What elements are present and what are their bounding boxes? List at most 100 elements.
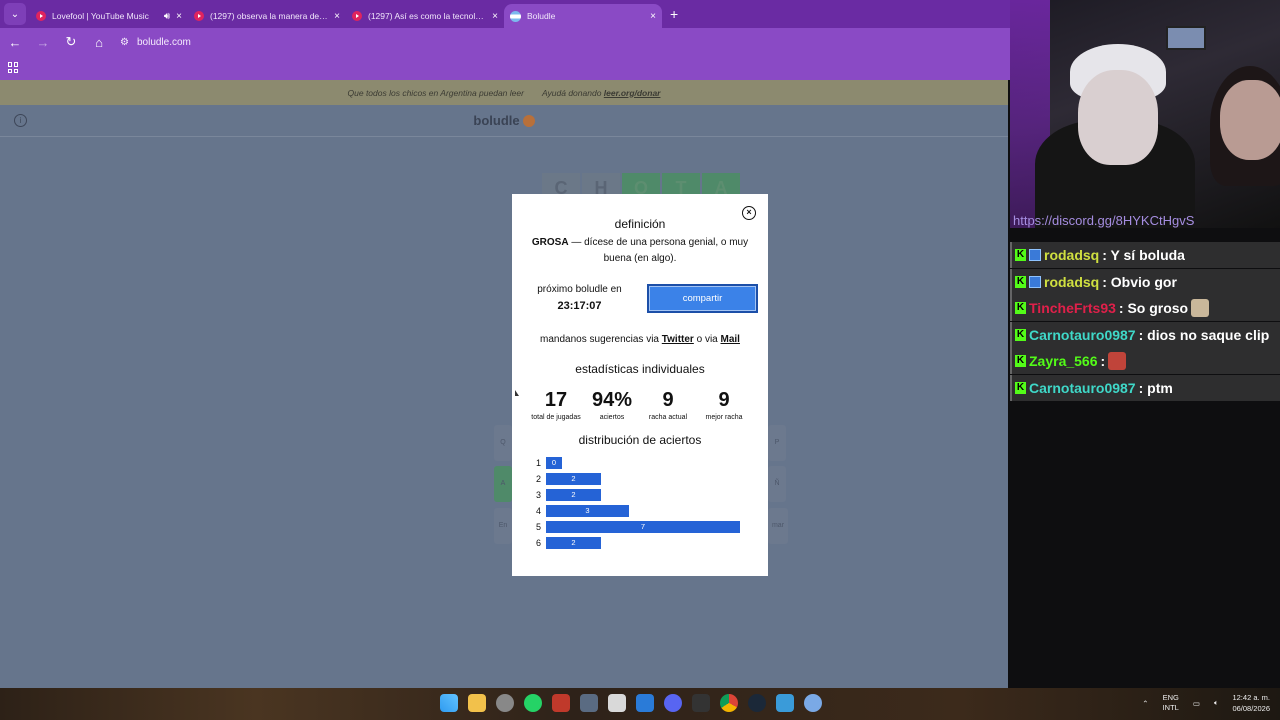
- settings-icon[interactable]: [496, 694, 514, 712]
- distribution-row: 43: [536, 503, 768, 519]
- kick-badge-icon: K: [1015, 302, 1026, 314]
- volume-icon[interactable]: 🔈︎: [1214, 698, 1219, 708]
- chat-text: : ptm: [1138, 379, 1173, 396]
- kick-badge-icon: K: [1015, 249, 1026, 261]
- stats-modal: × definición GROSA — dícese de una perso…: [512, 194, 768, 576]
- distribution-row: 62: [536, 535, 768, 551]
- stat-played: 17 total de jugadas: [531, 389, 581, 421]
- guess-number: 1: [536, 458, 542, 468]
- url-field[interactable]: ⚙ boludle.com: [120, 37, 191, 48]
- app-icon[interactable]: [552, 694, 570, 712]
- chat-message: K Carnotauro0987: dios no saque clip: [1010, 321, 1280, 348]
- apps-icon[interactable]: [8, 62, 19, 73]
- key-delete[interactable]: mar: [768, 508, 788, 544]
- site-info-icon[interactable]: ⚙: [120, 37, 129, 48]
- distribution-bar: 2: [546, 537, 601, 549]
- definition: GROSA — dícese de una persona genial, o …: [530, 235, 750, 267]
- guess-number: 6: [536, 538, 542, 548]
- close-tab-icon[interactable]: ×: [176, 11, 182, 22]
- network-icon[interactable]: ▭: [1193, 699, 1200, 708]
- chat-username[interactable]: rodadsq: [1044, 247, 1099, 263]
- chat-username[interactable]: rodadsq: [1044, 274, 1099, 290]
- banner-help: Ayudá donando leer.org/donar: [541, 87, 661, 98]
- guess-number: 4: [536, 506, 542, 516]
- lang-indicator[interactable]: ENG INTL: [1163, 693, 1179, 713]
- chat-message: Krodadsq: Obvio gor: [1010, 268, 1280, 295]
- subscriber-badge-icon: [1029, 249, 1041, 261]
- info-icon[interactable]: i: [14, 114, 27, 127]
- youtube-icon: [36, 11, 46, 21]
- close-tab-icon[interactable]: ×: [334, 11, 340, 22]
- tab-youtube-2[interactable]: (1297) Así es como la tecnología ×: [346, 4, 504, 28]
- site-header: i boludle: [0, 105, 1008, 137]
- tab-youtube-1[interactable]: (1297) observa la manera del lo ×: [188, 4, 346, 28]
- notepad-icon[interactable]: [608, 694, 626, 712]
- definition-title: definición: [614, 217, 666, 231]
- kick-badge-icon: K: [1015, 328, 1026, 341]
- stat-max-streak: 9 mejor racha: [705, 389, 743, 421]
- key-enye[interactable]: Ñ: [768, 466, 786, 502]
- close-icon[interactable]: ×: [742, 206, 756, 220]
- reload-icon[interactable]: ↻: [64, 34, 78, 50]
- tab-youtube-music[interactable]: Lovefool | YouTube Music 🔊︎ ×: [30, 4, 188, 28]
- app-icon[interactable]: [636, 694, 654, 712]
- whatsapp-icon[interactable]: [524, 694, 542, 712]
- kick-badge-icon: K: [1015, 355, 1026, 367]
- photos-icon[interactable]: [776, 694, 794, 712]
- guess-number: 3: [536, 490, 542, 500]
- tab-boludle[interactable]: Boludle ×: [504, 4, 662, 28]
- tab-title: Lovefool | YouTube Music: [52, 11, 149, 21]
- clock[interactable]: 12:42 a. m. 06/08/2026: [1232, 692, 1270, 714]
- stat-win-rate: 94% aciertos: [591, 389, 633, 421]
- distribution-bar: 0: [546, 457, 562, 469]
- app-icon[interactable]: [692, 694, 710, 712]
- discord-icon[interactable]: [664, 694, 682, 712]
- start-icon[interactable]: [440, 694, 458, 712]
- youtube-icon: [194, 11, 204, 21]
- key-p[interactable]: P: [768, 425, 786, 461]
- chevron-up-icon[interactable]: ⌃: [1142, 699, 1148, 708]
- steam-icon[interactable]: [748, 694, 766, 712]
- key-q[interactable]: Q: [494, 425, 512, 461]
- definition-text: — dícese de una persona genial, o muy bu…: [571, 237, 749, 264]
- app-icon[interactable]: [804, 694, 822, 712]
- chat-message: Krodadsq: Y sí boluda: [1010, 242, 1280, 268]
- donation-link[interactable]: leer.org/donar: [604, 88, 661, 98]
- twitter-link[interactable]: Twitter: [662, 334, 694, 345]
- distribution-row: 10: [536, 455, 768, 471]
- close-tab-icon[interactable]: ×: [650, 11, 656, 22]
- argentina-flag-icon: [510, 10, 521, 22]
- file-explorer-icon[interactable]: [468, 694, 486, 712]
- distribution-bar: 3: [546, 505, 629, 517]
- distribution-bar: 7: [546, 521, 740, 533]
- stream-chat: Krodadsq: Y sí boluda Krodadsq: Obvio gor…: [1010, 242, 1280, 401]
- guess-distribution: 102232435762: [536, 455, 768, 551]
- chrome-icon[interactable]: [720, 694, 738, 712]
- back-icon[interactable]: ←: [8, 35, 22, 50]
- key-enter[interactable]: En: [494, 508, 512, 544]
- mail-link[interactable]: Mail: [721, 334, 740, 345]
- next-label: próximo boludle en: [537, 284, 622, 295]
- share-button[interactable]: compartir: [647, 283, 758, 313]
- stats-title: estadísticas individuales: [575, 362, 705, 376]
- suggestions: mandanos sugerencias via Twitter o via M…: [540, 334, 740, 345]
- chat-message: K TincheFrts93: So groso: [1010, 295, 1280, 321]
- chat-username[interactable]: Carnotauro0987: [1029, 327, 1136, 343]
- close-tab-icon[interactable]: ×: [492, 11, 498, 22]
- calculator-icon[interactable]: [580, 694, 598, 712]
- chat-text: : So groso: [1118, 300, 1189, 316]
- chat-username[interactable]: Zayra_566: [1029, 353, 1098, 369]
- guess-number: 5: [536, 522, 542, 532]
- discord-link: https://discord.gg/8HYKCtHgvS: [1013, 213, 1195, 228]
- key-a[interactable]: A: [494, 466, 512, 502]
- audio-icon[interactable]: 🔊︎: [164, 11, 170, 22]
- chat-username[interactable]: Carnotauro0987: [1029, 380, 1136, 396]
- forward-icon[interactable]: →: [36, 35, 50, 50]
- new-tab-button[interactable]: +: [670, 6, 678, 22]
- chat-username[interactable]: TincheFrts93: [1029, 300, 1116, 316]
- home-icon[interactable]: ⌂: [92, 35, 106, 50]
- chat-text: : dios no saque clip: [1138, 326, 1270, 343]
- guess-number: 2: [536, 474, 542, 484]
- tab-search-button[interactable]: ⌄: [4, 3, 26, 25]
- emote-icon: [1191, 299, 1210, 317]
